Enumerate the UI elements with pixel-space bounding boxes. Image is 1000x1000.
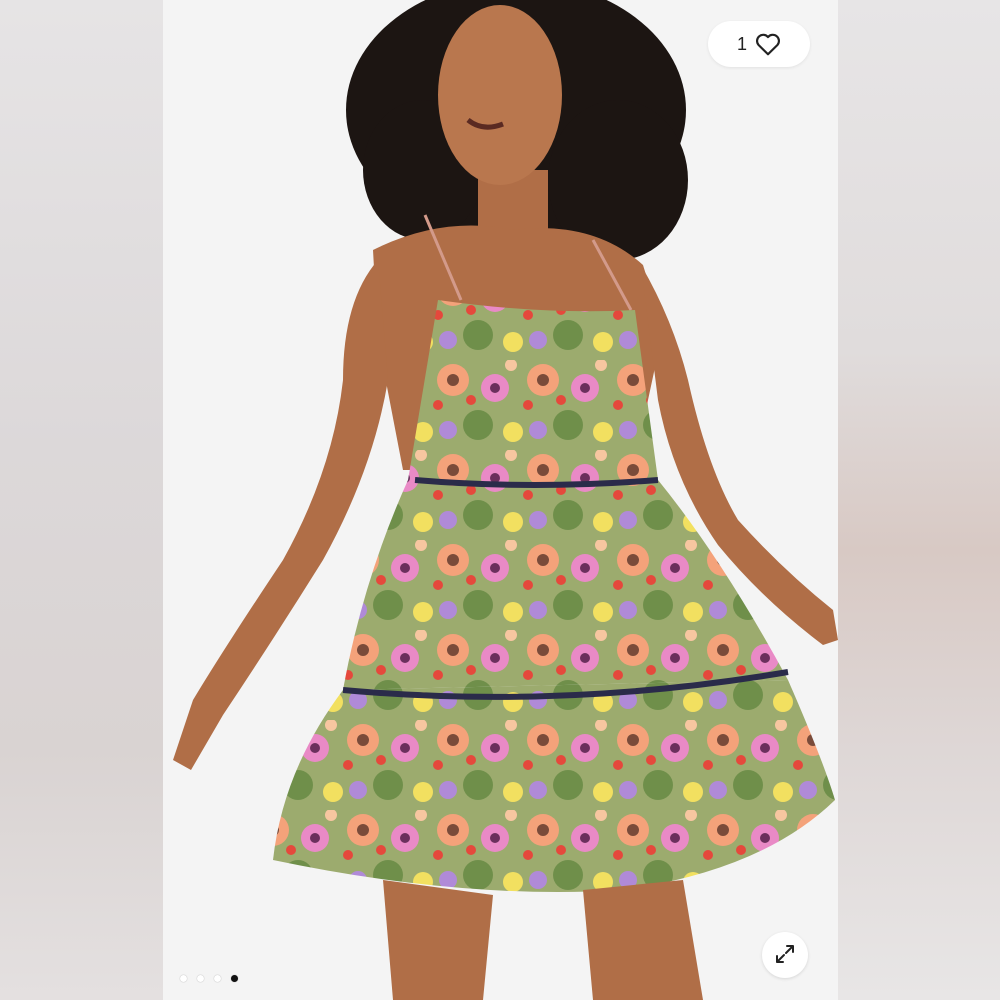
expand-icon [773, 942, 797, 969]
carousel-dot[interactable] [214, 975, 221, 982]
carousel-indicator [180, 975, 238, 982]
heart-icon [755, 32, 781, 56]
dress-model-illustration [173, 0, 838, 1000]
carousel-dot[interactable] [197, 975, 204, 982]
carousel-dot-active[interactable] [231, 975, 238, 982]
blurred-background-left [0, 0, 163, 1000]
blurred-background-right [838, 0, 1000, 1000]
like-button[interactable]: 1 [708, 21, 810, 67]
product-photo[interactable] [163, 0, 838, 1000]
like-count: 1 [736, 33, 747, 54]
expand-image-button[interactable] [762, 932, 808, 978]
carousel-dot[interactable] [180, 975, 187, 982]
